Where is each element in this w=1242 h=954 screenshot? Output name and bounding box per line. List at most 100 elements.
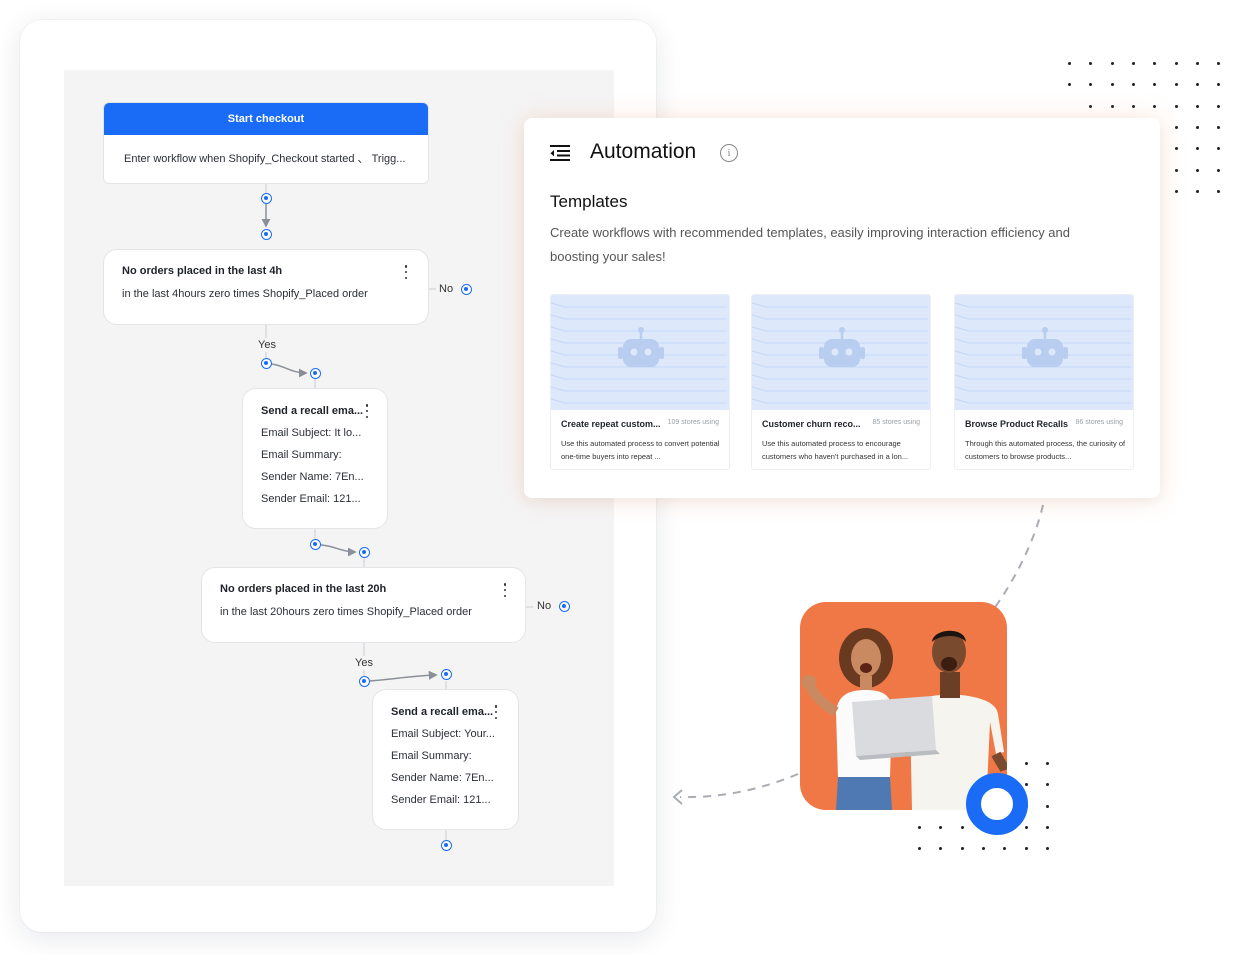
start-checkout-node[interactable]: Start checkout Enter workflow when Shopi… <box>103 102 429 184</box>
no-branch-label: No <box>439 283 454 295</box>
decorative-dot <box>1045 783 1049 787</box>
robot-icon <box>819 327 865 367</box>
decorative-dot <box>1045 762 1049 765</box>
decorative-dot <box>1195 147 1199 151</box>
no-output-port[interactable] <box>559 601 570 612</box>
decorative-dot <box>1217 147 1221 151</box>
decorative-dot <box>1024 847 1028 851</box>
decorative-dot <box>1174 168 1178 172</box>
output-port[interactable] <box>310 539 321 550</box>
decorative-dot <box>1003 847 1007 851</box>
email-summary: Email Summary: <box>261 449 342 461</box>
page-title: Automation <box>590 140 697 163</box>
yes-output-port[interactable] <box>359 676 370 687</box>
decorative-dot <box>1195 168 1199 172</box>
no-branch-label: No <box>537 600 552 612</box>
decorative-dot <box>939 825 943 829</box>
templates-description: Create workflows with recommended templa… <box>550 225 1070 264</box>
output-port[interactable] <box>441 840 452 851</box>
template-thumbnail <box>752 295 930 410</box>
decorative-dot <box>1217 125 1221 129</box>
decorative-dot <box>1153 104 1157 108</box>
circuit-pattern <box>551 302 727 404</box>
send-email-node[interactable]: Send a recall ema... Email Subject: Your… <box>372 689 519 830</box>
template-thumbnail <box>551 295 729 410</box>
decorative-dot <box>1174 189 1178 193</box>
decorative-dot <box>1110 83 1114 87</box>
decorative-dot <box>1024 825 1028 829</box>
condition-description: in the last 4hours zero times Shopify_Pl… <box>122 288 368 300</box>
decorative-dot <box>1024 762 1028 765</box>
input-port[interactable] <box>359 547 370 558</box>
decorative-dot <box>1045 825 1049 829</box>
template-usage-count: 86 stores using <box>1075 419 1123 426</box>
decorative-dot <box>981 847 985 851</box>
decorative-dot <box>1195 104 1199 108</box>
template-description: Use this automated process to convert po… <box>561 439 720 461</box>
sender-name: Sender Name: 7En... <box>391 772 494 784</box>
email-subject: Email Subject: It lo... <box>261 427 362 439</box>
circuit-pattern <box>955 302 1131 404</box>
more-options-icon[interactable] <box>404 265 408 279</box>
more-options-icon[interactable] <box>365 404 369 418</box>
decorative-dot <box>1131 104 1135 108</box>
more-options-icon[interactable] <box>503 583 507 597</box>
decorative-dot <box>1045 804 1049 808</box>
decorative-dot <box>1089 83 1093 87</box>
email-subject: Email Subject: Your... <box>391 728 495 740</box>
template-card[interactable]: Browse Product Recalls 86 stores using T… <box>954 294 1134 470</box>
template-usage-count: 109 stores using <box>667 419 719 426</box>
template-card[interactable]: Create repeat custom... 109 stores using… <box>550 294 730 470</box>
template-name: Customer churn reco... <box>762 419 861 429</box>
input-port[interactable] <box>261 229 272 240</box>
decorative-dot <box>1195 62 1199 65</box>
condition-node[interactable]: No orders placed in the last 4h in the l… <box>103 249 429 325</box>
template-thumbnail <box>955 295 1133 410</box>
decorative-dot <box>1174 83 1178 87</box>
more-options-icon[interactable] <box>494 705 498 719</box>
template-description: Use this automated process to encourage … <box>762 439 909 461</box>
email-node-title: Send a recall ema... <box>261 405 364 417</box>
condition-title: No orders placed in the last 20h <box>220 583 387 595</box>
collapse-menu-icon[interactable] <box>550 145 570 161</box>
input-port[interactable] <box>441 669 452 680</box>
decorative-dot <box>1217 189 1221 193</box>
decorative-dot <box>1153 83 1157 87</box>
decorative-dot <box>1174 62 1178 65</box>
decorative-dot <box>1131 83 1135 87</box>
start-node-title: Start checkout <box>104 103 428 135</box>
input-port[interactable] <box>310 368 321 379</box>
decorative-dot <box>1174 104 1178 108</box>
people-illustration <box>802 628 1007 810</box>
template-name: Browse Product Recalls <box>965 419 1069 429</box>
no-output-port[interactable] <box>461 284 472 295</box>
condition-node[interactable]: No orders placed in the last 20h in the … <box>201 567 526 643</box>
sender-name: Sender Name: 7En... <box>261 471 364 483</box>
decorative-dot <box>1089 62 1093 65</box>
send-email-node[interactable]: Send a recall ema... Email Subject: It l… <box>242 388 388 529</box>
decorative-dot <box>1195 189 1199 193</box>
robot-icon <box>1022 327 1068 367</box>
decorative-dot <box>1195 125 1199 129</box>
sender-email: Sender Email: 121... <box>391 794 491 806</box>
decorative-dot <box>918 825 921 829</box>
decorative-dot <box>1110 62 1114 65</box>
circuit-pattern <box>752 302 928 404</box>
decorative-dot <box>1174 147 1178 151</box>
template-card[interactable]: Customer churn reco... 85 stores using U… <box>751 294 931 470</box>
condition-description: in the last 20hours zero times Shopify_P… <box>220 606 472 618</box>
decorative-dot <box>1153 62 1157 65</box>
decorative-dot <box>1217 62 1221 65</box>
info-icon[interactable]: i <box>720 144 738 162</box>
yes-output-port[interactable] <box>261 358 272 369</box>
output-port[interactable] <box>261 193 272 204</box>
decorative-dot <box>1217 83 1221 87</box>
decorative-dot <box>918 847 921 851</box>
yes-branch-label: Yes <box>258 339 276 351</box>
decorative-dot <box>1089 104 1093 108</box>
decorative-dot <box>960 825 964 829</box>
email-node-title: Send a recall ema... <box>391 706 494 718</box>
decorative-dot <box>960 847 964 851</box>
decorative-dot <box>1024 783 1028 787</box>
template-name: Create repeat custom... <box>561 419 661 429</box>
